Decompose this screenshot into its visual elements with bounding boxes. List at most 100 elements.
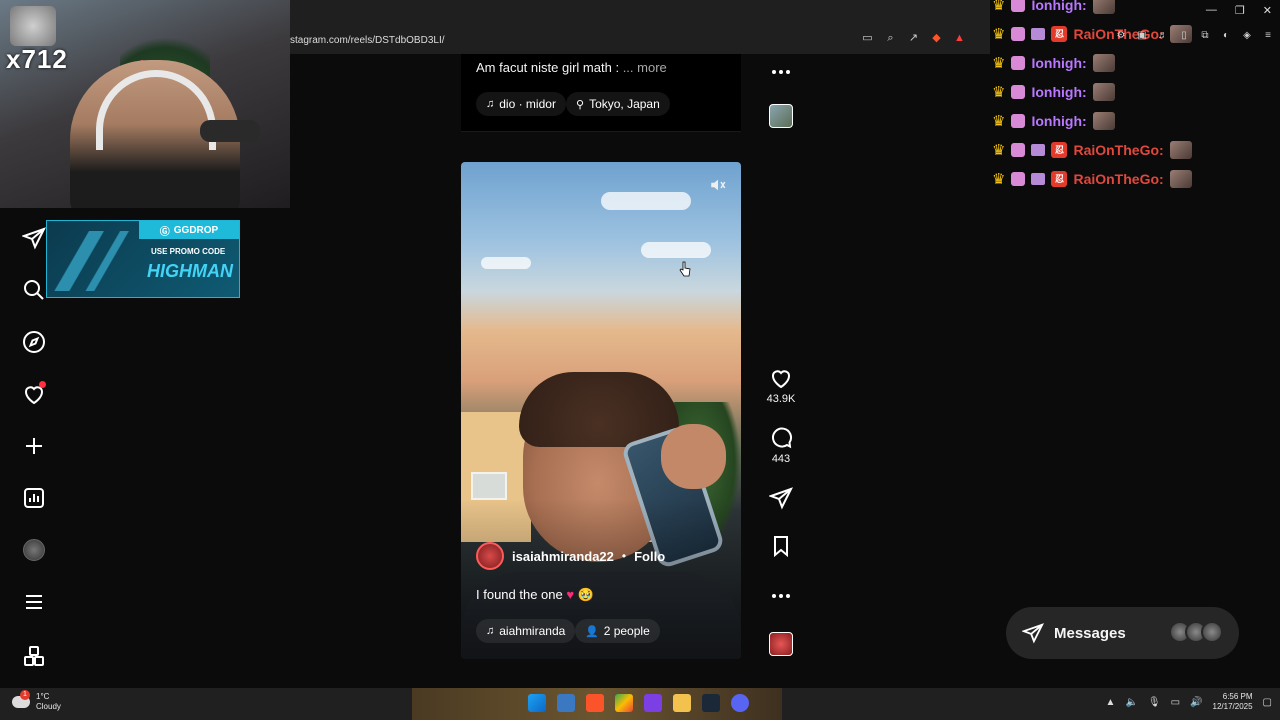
more-dots-icon	[772, 70, 790, 74]
chat-username[interactable]: Ionhigh:	[1031, 84, 1086, 100]
vpn-icon[interactable]: ◐	[1220, 30, 1232, 42]
reel-actions: 43.9K 443	[764, 54, 798, 664]
more-menu-icon[interactable]	[20, 588, 48, 616]
sub-badge-icon	[1011, 0, 1026, 12]
audio-label: dio · midor	[499, 97, 556, 111]
weather-widget[interactable]: 1 1°C Cloudy	[12, 690, 61, 712]
clock[interactable]: 6:56 PM 12/17/2025	[1213, 692, 1253, 712]
direct-icon[interactable]	[20, 224, 48, 252]
more-link[interactable]: ... more	[623, 60, 667, 75]
discord-icon[interactable]	[731, 694, 749, 712]
audio-thumbnail[interactable]	[769, 632, 793, 656]
weather-temp: 1°C	[36, 692, 50, 701]
promo-banner: Ⓖ GGDROP USE PROMO CODE HIGHMAN	[46, 220, 240, 298]
wallet-icon[interactable]: ◈	[1241, 30, 1253, 42]
volume-icon[interactable]: 🔊	[1190, 697, 1202, 708]
crown-badge-icon: ♛	[992, 26, 1006, 43]
chat-message: ♛ 忍 RaiOnTheGo:	[992, 139, 1192, 161]
tagged-people-label: 2 people	[603, 624, 650, 638]
brave-shields-icon[interactable]: ◆	[930, 32, 943, 45]
chat-message: ♛ Ionhigh:	[992, 0, 1115, 16]
sidebar-toggle-icon[interactable]: ▯	[1178, 30, 1190, 42]
author-avatar[interactable]	[476, 542, 504, 570]
sub-badge-icon	[1011, 114, 1026, 128]
notification-icon[interactable]: ▢	[1263, 697, 1272, 708]
address-bar-icons: ▭ ⌕ ↗ ◆ ▲	[861, 32, 966, 45]
share-action[interactable]	[764, 486, 798, 510]
notifications-heart-icon[interactable]	[20, 380, 48, 408]
chrome-icon[interactable]	[615, 694, 633, 712]
crown-badge-icon: ♛	[992, 113, 1006, 130]
audio-thumbnail[interactable]	[769, 104, 793, 128]
menu-icon[interactable]: ≡	[1262, 30, 1274, 42]
task-view-icon[interactable]	[557, 694, 575, 712]
chat-username[interactable]: RaiOnTheGo:	[1073, 142, 1163, 158]
reel-caption: I found the one ♥ 🥹	[476, 587, 594, 603]
follow-button[interactable]: Follo	[634, 549, 665, 564]
prev-audio-thumb[interactable]	[764, 104, 798, 128]
prev-caption: Am facut niste girl math : ... more	[476, 60, 667, 75]
apps-icon[interactable]	[20, 642, 48, 670]
media-icon[interactable]: ♬	[1157, 30, 1169, 42]
promo-line: USE PROMO CODE	[151, 247, 226, 256]
save-action[interactable]	[764, 534, 798, 558]
search-icon[interactable]	[20, 276, 48, 304]
author-username[interactable]: isaiahmiranda22	[512, 549, 614, 564]
reader-mode-icon[interactable]: ▭	[861, 32, 874, 45]
more-options[interactable]	[764, 584, 798, 608]
dashboard-icon[interactable]	[20, 484, 48, 512]
sub-badge-icon	[1011, 85, 1026, 99]
chat-username[interactable]: RaiOnTheGo:	[1073, 171, 1163, 187]
reel-video[interactable]: isaiahmiranda22 • Follo I found the one …	[461, 162, 741, 659]
chat-username[interactable]: Ionhigh:	[1031, 0, 1086, 13]
create-icon[interactable]	[20, 432, 48, 460]
app-icon[interactable]	[644, 694, 662, 712]
tray-chevron-icon[interactable]: ▲	[1106, 697, 1116, 708]
file-explorer-icon[interactable]	[673, 694, 691, 712]
sub-badge-icon	[1011, 172, 1026, 186]
explore-icon[interactable]	[20, 328, 48, 356]
display-icon[interactable]: ▭	[1171, 697, 1180, 708]
chat-username[interactable]: Ionhigh:	[1031, 55, 1086, 71]
emote	[1092, 0, 1115, 14]
brave-rewards-icon[interactable]: ▲	[953, 32, 966, 45]
mic-icon[interactable]: 🎙	[1148, 697, 1161, 708]
minimize-icon[interactable]: —	[1206, 4, 1217, 17]
chat-username[interactable]: Ionhigh:	[1031, 113, 1086, 129]
crown-badge-icon: ♛	[992, 0, 1006, 14]
message-avatars	[1169, 621, 1223, 643]
hand-cursor-icon	[679, 261, 691, 277]
extension-icon[interactable]: ⚙	[1115, 30, 1127, 42]
reel-audio-chip[interactable]: ♫ aiahmiranda	[476, 619, 576, 643]
close-icon[interactable]: ✕	[1263, 4, 1272, 17]
mute-icon[interactable]	[709, 176, 727, 194]
brave-browser-icon[interactable]	[586, 694, 604, 712]
hand	[661, 424, 726, 489]
like-heart-icon	[772, 370, 790, 389]
address-bar[interactable]: stagram.com/reels/DSTdbOBD3LI/ ▭ ⌕ ↗ ◆ ▲	[282, 30, 982, 50]
comment-action[interactable]: 443	[764, 426, 798, 465]
chat-message: ♛ Ionhigh:	[992, 81, 1115, 103]
prev-more-options[interactable]	[764, 60, 798, 84]
profile-icon[interactable]	[20, 536, 48, 564]
window-controls: — ❐ ✕	[1206, 4, 1272, 17]
url-text[interactable]: stagram.com/reels/DSTdbOBD3LI/	[290, 35, 445, 46]
reel-author: isaiahmiranda22 • Follo	[476, 542, 665, 570]
tab-icon[interactable]: ⧉	[1199, 30, 1211, 42]
windows-start-icon[interactable]	[528, 694, 546, 712]
direct-icon	[1022, 623, 1044, 644]
zoom-icon[interactable]: ⌕	[884, 32, 897, 45]
messages-button[interactable]: Messages	[1006, 607, 1239, 659]
speaker-icon[interactable]: 🔈	[1125, 697, 1137, 708]
audio-chip[interactable]: ♫ dio · midor	[476, 92, 566, 116]
steam-icon[interactable]	[702, 694, 720, 712]
screenshot-icon[interactable]: ▣	[1136, 30, 1148, 42]
tagged-people-chip[interactable]: 👤 2 people	[575, 619, 660, 643]
restore-icon[interactable]: ❐	[1235, 4, 1245, 17]
share-icon[interactable]: ↗	[907, 32, 920, 45]
reel-audio-thumb[interactable]	[764, 632, 798, 656]
like-action[interactable]: 43.9K	[764, 366, 798, 405]
location-chip[interactable]: ⚲ Tokyo, Japan	[566, 92, 670, 116]
cloud-icon: 1	[12, 690, 30, 708]
location-pin-icon: ⚲	[576, 98, 585, 111]
